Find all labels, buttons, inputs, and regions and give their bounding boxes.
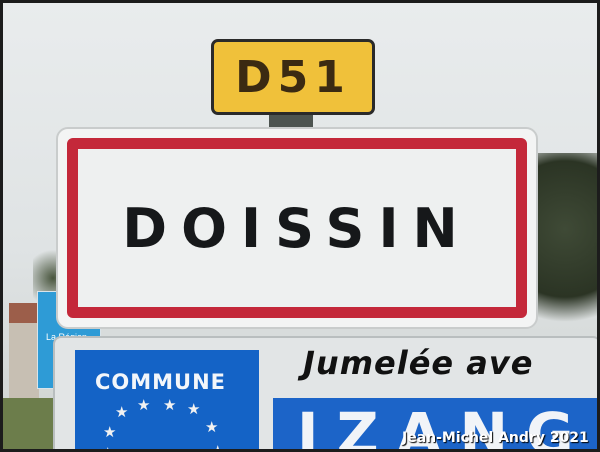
- photo-credit: Jean-Michel Andry 2021: [402, 430, 589, 446]
- eu-star-icon: ★: [137, 396, 151, 414]
- house-roof: [9, 303, 39, 323]
- eu-star-icon: ★: [211, 444, 224, 450]
- eu-star-icon: ★: [115, 403, 129, 421]
- eu-star-icon: ★: [101, 446, 114, 450]
- town-sign-red-border: DOISSIN: [67, 138, 527, 318]
- route-number: D51: [235, 51, 351, 103]
- eu-star-icon: ★: [103, 423, 117, 441]
- route-number-plate: D51: [211, 39, 375, 115]
- twinned-with-text: Jumelée ave: [303, 344, 534, 382]
- photo-frame: La Région D51 DOISSIN COMMUNE ★ ★ ★ ★ ★ …: [3, 3, 597, 449]
- eu-star-icon: ★: [163, 396, 177, 414]
- town-entry-sign: DOISSIN: [56, 127, 538, 329]
- town-name: DOISSIN: [122, 196, 472, 260]
- eu-commune-panel: COMMUNE ★ ★ ★ ★ ★ ★ ★ ★: [75, 350, 259, 449]
- eu-star-icon: ★: [187, 400, 201, 418]
- eu-star-icon: ★: [205, 418, 219, 436]
- commune-label: COMMUNE: [95, 370, 227, 394]
